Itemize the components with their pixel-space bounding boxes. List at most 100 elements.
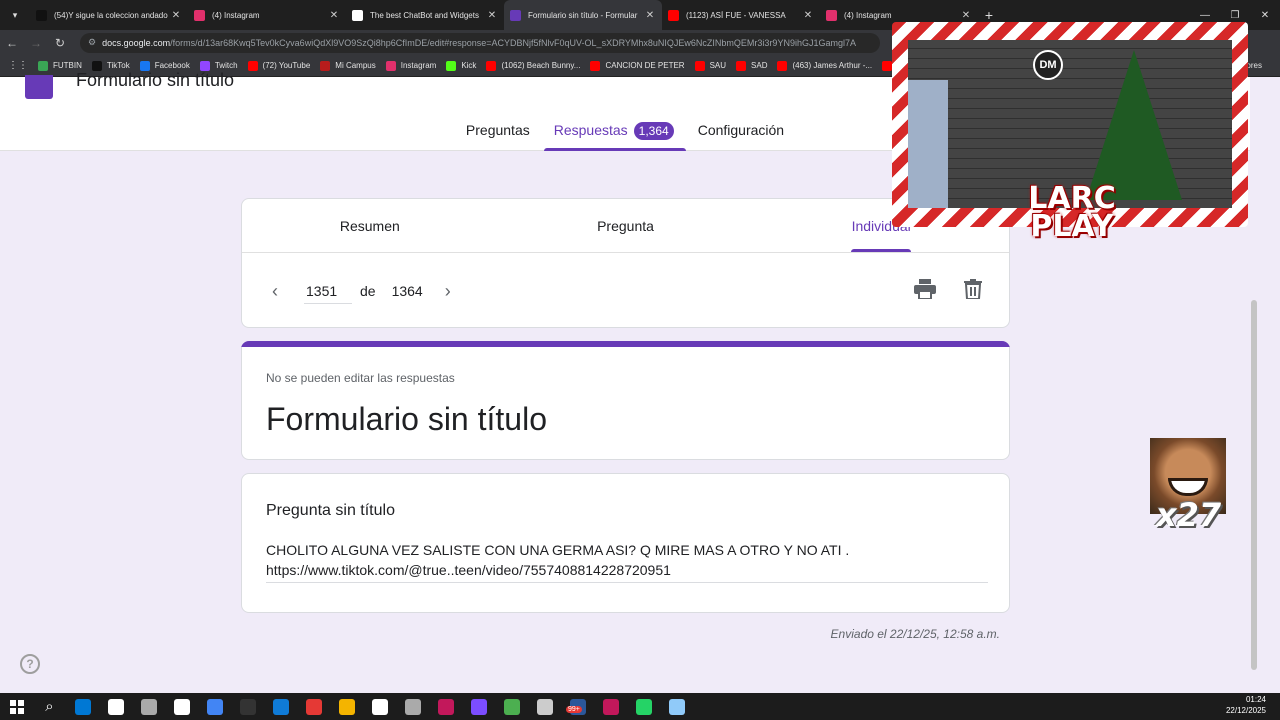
- close-tab-icon[interactable]: ✕: [960, 10, 972, 21]
- taskbar-app-icon[interactable]: [363, 693, 396, 720]
- close-tab-icon[interactable]: ✕: [328, 10, 340, 21]
- clock-date: 22/12/2025: [1225, 706, 1266, 715]
- back-icon[interactable]: ←: [0, 36, 24, 50]
- dm-logo-badge: DM: [1033, 50, 1063, 80]
- taskbar-app-icon[interactable]: [330, 693, 363, 720]
- tab-settings[interactable]: Configuración: [698, 122, 784, 151]
- tab-title: (1123) ASÍ FUE - VANESSA: [686, 10, 786, 20]
- help-icon[interactable]: ?: [20, 654, 40, 674]
- forms-logo-icon[interactable]: [25, 75, 53, 99]
- tab-favicon-icon: [510, 9, 521, 21]
- tab-title: (4) Instagram: [212, 10, 260, 20]
- tab-title: (4) Instagram: [844, 10, 892, 20]
- browser-tab[interactable]: The best ChatBot and Widgets ✕: [346, 0, 504, 30]
- tab-search-icon[interactable]: ▾: [0, 0, 30, 30]
- taskbar-app-icon[interactable]: [528, 693, 561, 720]
- next-response-icon[interactable]: ›: [445, 281, 465, 302]
- taskbar-app-icon[interactable]: [66, 693, 99, 720]
- previous-response-icon[interactable]: ‹: [272, 281, 292, 302]
- start-icon[interactable]: [0, 693, 33, 720]
- bookmark-item[interactable]: (72) YouTube: [247, 60, 311, 71]
- taskbar-apps: [66, 693, 693, 720]
- bookmark-item[interactable]: SAD: [736, 60, 767, 71]
- new-tab-icon[interactable]: +: [978, 7, 1000, 23]
- bookmark-item[interactable]: (1062) Beach Bunny...: [486, 60, 580, 71]
- bookmark-item[interactable]: Mi Campus: [320, 60, 376, 71]
- tab-summary[interactable]: Resumen: [242, 199, 498, 252]
- close-tab-icon[interactable]: ✕: [170, 10, 182, 21]
- system-clock[interactable]: 01:24 22/12/2025: [1226, 694, 1266, 716]
- taskbar-app-icon[interactable]: [627, 693, 660, 720]
- taskbar-app-icon[interactable]: [660, 693, 693, 720]
- tab-favicon-icon: [194, 9, 205, 21]
- tab-responses[interactable]: Respuestas 1,364: [543, 122, 686, 151]
- taskbar-app-icon[interactable]: [297, 693, 330, 720]
- site-info-icon[interactable]: ⚙: [88, 37, 96, 48]
- bookmark-label: FUTBIN: [53, 61, 82, 70]
- bookmark-label: TikTok: [106, 61, 130, 70]
- close-tab-icon[interactable]: ✕: [802, 10, 814, 21]
- response-total: 1364: [391, 283, 423, 299]
- taskbar-app-icon[interactable]: [429, 693, 462, 720]
- print-icon[interactable]: [913, 277, 937, 301]
- bookmark-item[interactable]: (463) James Arthur -...: [777, 60, 872, 71]
- taskbar-app-icon[interactable]: [132, 693, 165, 720]
- page-scrollbar-thumb[interactable]: [1251, 300, 1257, 670]
- tab-question[interactable]: Pregunta: [498, 199, 754, 252]
- question-card: Pregunta sin título CHOLITO ALGUNA VEZ S…: [241, 473, 1010, 613]
- taskbar-app-icon[interactable]: [495, 693, 528, 720]
- bookmark-favicon-icon: [882, 60, 893, 71]
- tab-questions[interactable]: Preguntas: [466, 122, 530, 151]
- bookmark-label: (72) YouTube: [262, 61, 311, 70]
- forward-icon[interactable]: →: [24, 36, 48, 50]
- form-header-card: No se pueden editar las respuestas Formu…: [241, 347, 1010, 460]
- bookmark-item[interactable]: Facebook: [139, 60, 190, 71]
- browser-tab[interactable]: (54)Y sigue la coleccion andado ✕: [30, 0, 188, 30]
- url-path: /forms/d/13ar68Kwq5Tev0kCyva6wiQdXl9VO9S…: [170, 37, 856, 48]
- close-tab-icon[interactable]: ✕: [644, 10, 656, 21]
- url-field[interactable]: ⚙ docs.google.com /forms/d/13ar68Kwq5Tev…: [80, 32, 880, 53]
- browser-tab[interactable]: Formulario sin título - Formular ✕: [504, 0, 662, 30]
- submission-timestamp: Enviado el 22/12/25, 12:58 a.m.: [830, 627, 1000, 641]
- bookmark-favicon-icon: [91, 60, 102, 71]
- taskbar-app-icon[interactable]: [198, 693, 231, 720]
- bookmark-item[interactable]: SAU: [694, 60, 726, 71]
- response-number-input[interactable]: 1351: [304, 279, 352, 304]
- person-image: [908, 80, 948, 208]
- christmas-tree-image: [1086, 50, 1182, 200]
- search-icon[interactable]: ⌕: [33, 693, 66, 720]
- cannot-edit-note: No se pueden editar las respuestas: [266, 371, 455, 385]
- tab-title: (54)Y sigue la coleccion andado: [54, 10, 168, 20]
- bookmark-item[interactable]: TikTok: [91, 60, 130, 71]
- larc-play-logo: LARC PLAY: [1012, 184, 1132, 249]
- reload-icon[interactable]: ↻: [48, 36, 72, 50]
- question-title: Pregunta sin título: [266, 502, 395, 519]
- bookmark-item[interactable]: Twitch: [199, 60, 238, 71]
- bookmark-favicon-icon: [320, 60, 331, 71]
- clock-time: 01:24: [1245, 695, 1266, 704]
- browser-tab[interactable]: (1123) ASÍ FUE - VANESSA ✕: [662, 0, 820, 30]
- taskbar-app-icon[interactable]: [165, 693, 198, 720]
- delete-icon[interactable]: [961, 277, 985, 301]
- apps-icon[interactable]: ⋮⋮: [8, 60, 28, 71]
- taskbar-app-icon[interactable]: [462, 693, 495, 720]
- bookmark-item[interactable]: Kick: [446, 60, 477, 71]
- taskbar-app-icon[interactable]: [264, 693, 297, 720]
- close-window-icon[interactable]: ✕: [1250, 0, 1280, 30]
- reaction-counter: x27: [1156, 496, 1222, 534]
- taskbar-app-icon[interactable]: [231, 693, 264, 720]
- bookmark-item[interactable]: FUTBIN: [38, 60, 82, 71]
- bookmark-favicon-icon: [486, 60, 497, 71]
- form-title[interactable]: Formulario sin título: [76, 70, 234, 91]
- bookmark-favicon-icon: [694, 60, 705, 71]
- response-pager: ‹ 1351 de 1364 ›: [242, 253, 1009, 329]
- bookmark-item[interactable]: Instagram: [385, 60, 436, 71]
- taskbar-app-icon[interactable]: [396, 693, 429, 720]
- logo-line-2: PLAY: [1030, 209, 1114, 244]
- taskbar-app-icon[interactable]: [99, 693, 132, 720]
- taskbar-app-icon[interactable]: [594, 693, 627, 720]
- bookmark-item[interactable]: CANCION DE PETER: [590, 60, 685, 71]
- browser-tab[interactable]: (4) Instagram ✕: [188, 0, 346, 30]
- close-tab-icon[interactable]: ✕: [486, 10, 498, 21]
- bookmark-label: Kick: [461, 61, 477, 70]
